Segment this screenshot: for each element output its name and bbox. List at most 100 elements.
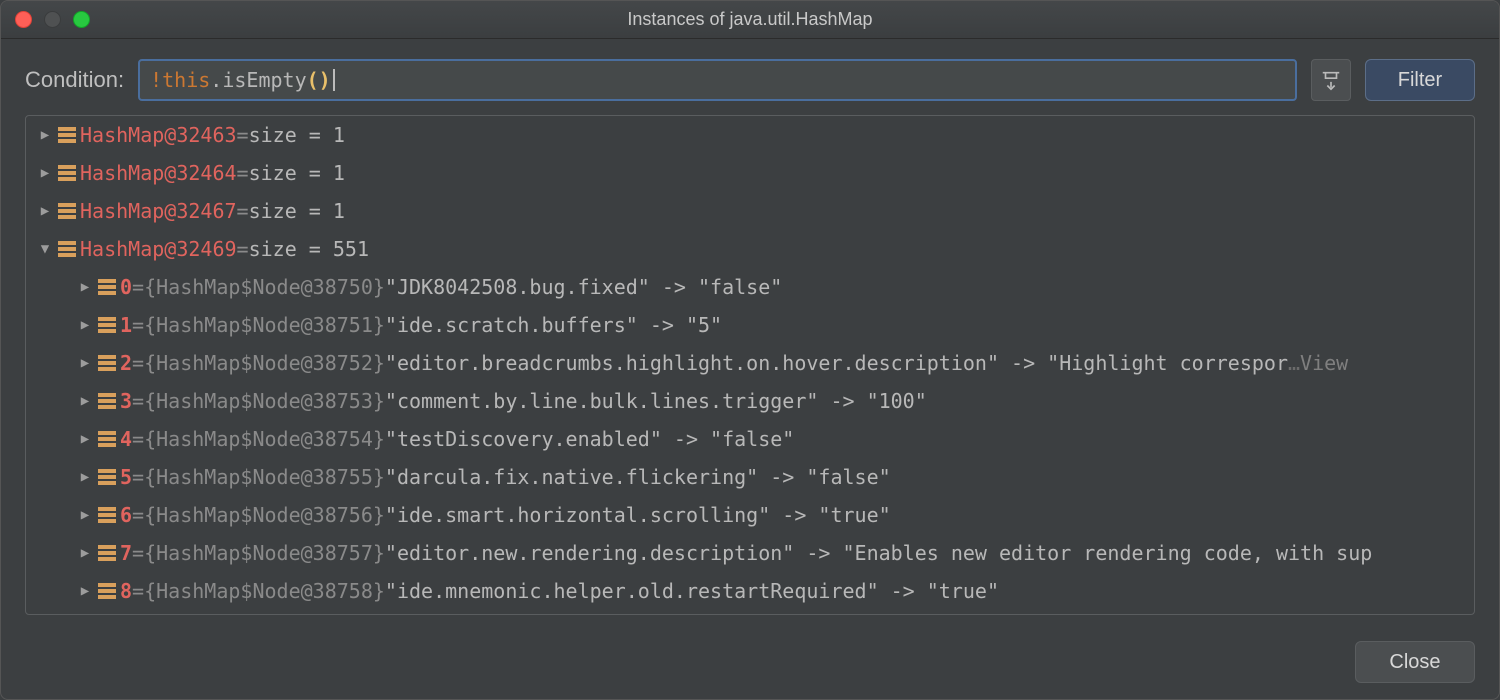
object-size: size = 1 (249, 161, 345, 185)
tree-root-row[interactable]: ▼HashMap@32469 = size = 551 (26, 230, 1474, 268)
tree-child-row[interactable]: ▶ 0 = {HashMap$Node@38750} "JDK8042508.bu… (26, 268, 1474, 306)
disclosure-arrow-icon[interactable]: ▶ (74, 279, 96, 295)
history-dropdown-button[interactable] (1311, 59, 1351, 101)
disclosure-arrow-icon[interactable]: ▶ (34, 127, 56, 143)
disclosure-arrow-icon[interactable]: ▶ (74, 431, 96, 447)
equals: = (132, 503, 144, 527)
equals: = (132, 275, 144, 299)
object-size: size = 1 (249, 199, 345, 223)
entry-type: {HashMap$Node@38757} (144, 541, 385, 565)
equals: = (132, 313, 144, 337)
entry-type: {HashMap$Node@38753} (144, 389, 385, 413)
filter-button-label: Filter (1398, 69, 1442, 92)
object-icon (98, 355, 116, 371)
entry-index: 0 (120, 275, 132, 299)
object-icon (98, 469, 116, 485)
tree-child-row[interactable]: ▶8 = {HashMap$Node@38758} "ide.mnemonic.… (26, 572, 1474, 610)
disclosure-arrow-icon[interactable]: ▶ (34, 165, 56, 181)
disclosure-arrow-icon[interactable]: ▶ (74, 507, 96, 523)
tree-child-row[interactable]: ▶ 6 = {HashMap$Node@38756} "ide.smart.hor… (26, 496, 1474, 534)
window-title: Instances of java.util.HashMap (1, 9, 1499, 30)
condition-toolbar: Condition: ! this .isEmpty ( ) Filter (1, 39, 1499, 115)
entry-index: 2 (120, 351, 132, 375)
tree-child-row[interactable]: ▶2 = {HashMap$Node@38752} "editor.breadc… (26, 344, 1474, 382)
condition-input[interactable]: ! this .isEmpty ( ) (138, 59, 1297, 101)
object-icon (98, 393, 116, 409)
tree-child-row[interactable]: ▶ 7 = {HashMap$Node@38757} "editor.new.re… (26, 534, 1474, 572)
condition-label: Condition: (25, 67, 124, 93)
titlebar[interactable]: Instances of java.util.HashMap (1, 1, 1499, 39)
entry-index: 7 (120, 541, 132, 565)
object-name: HashMap@32467 (80, 199, 237, 223)
ellipsis: … (1288, 351, 1300, 375)
entry-type: {HashMap$Node@38754} (144, 427, 385, 451)
object-icon (98, 279, 116, 295)
equals: = (132, 427, 144, 451)
entry-value: "editor.new.rendering.description" -> "E… (385, 541, 1372, 565)
object-size: size = 1 (249, 123, 345, 147)
filter-button[interactable]: Filter (1365, 59, 1475, 101)
object-icon (98, 545, 116, 561)
equals: = (237, 199, 249, 223)
entry-value: "editor.breadcrumbs.highlight.on.hover.d… (385, 351, 1288, 375)
cond-token-lparen: ( (307, 68, 319, 92)
disclosure-arrow-icon[interactable]: ▶ (74, 583, 96, 599)
equals: = (237, 161, 249, 185)
entry-value: "comment.by.line.bulk.lines.trigger" -> … (385, 389, 927, 413)
equals: = (132, 351, 144, 375)
object-icon (98, 583, 116, 599)
cond-token-call: .isEmpty (210, 68, 306, 92)
object-icon (58, 203, 76, 219)
tree-child-row[interactable]: ▶1 = {HashMap$Node@38751} "ide.scratch.b… (26, 306, 1474, 344)
disclosure-arrow-icon[interactable]: ▶ (74, 545, 96, 561)
object-icon (98, 431, 116, 447)
entry-type: {HashMap$Node@38758} (144, 579, 385, 603)
instances-tree[interactable]: ▶HashMap@32463 = size = 1▶HashMap@32464 … (25, 115, 1475, 615)
close-button-label: Close (1389, 651, 1440, 674)
object-name: HashMap@32463 (80, 123, 237, 147)
entry-type: {HashMap$Node@38756} (144, 503, 385, 527)
object-icon (98, 507, 116, 523)
tree-root-row[interactable]: ▶ HashMap@32463 = size = 1 (26, 116, 1474, 154)
entry-value: "testDiscovery.enabled" -> "false" (385, 427, 794, 451)
object-size: size = 551 (249, 237, 369, 261)
entry-type: {HashMap$Node@38750} (144, 275, 385, 299)
disclosure-arrow-icon[interactable]: ▶ (74, 393, 96, 409)
equals: = (132, 389, 144, 413)
entry-index: 3 (120, 389, 132, 413)
object-name: HashMap@32464 (80, 161, 237, 185)
object-icon (58, 127, 76, 143)
object-icon (58, 241, 76, 257)
equals: = (132, 541, 144, 565)
entry-index: 6 (120, 503, 132, 527)
entry-value: "JDK8042508.bug.fixed" -> "false" (385, 275, 782, 299)
equals: = (132, 465, 144, 489)
tree-child-row[interactable]: ▶ 3 = {HashMap$Node@38753} "comment.by.li… (26, 382, 1474, 420)
history-icon (1320, 69, 1342, 91)
object-icon (58, 165, 76, 181)
entry-value: "ide.mnemonic.helper.old.restartRequired… (385, 579, 999, 603)
view-link[interactable]: View (1300, 351, 1348, 375)
equals: = (237, 123, 249, 147)
disclosure-arrow-icon[interactable]: ▶ (74, 469, 96, 485)
disclosure-arrow-icon[interactable]: ▶ (74, 317, 96, 333)
entry-value: "ide.scratch.buffers" -> "5" (385, 313, 722, 337)
tree-child-row[interactable]: ▶5 = {HashMap$Node@38755} "darcula.fix.n… (26, 458, 1474, 496)
disclosure-arrow-icon[interactable]: ▶ (34, 203, 56, 219)
disclosure-arrow-icon[interactable]: ▶ (74, 355, 96, 371)
tree-root-row[interactable]: ▶ HashMap@32467 = size = 1 (26, 192, 1474, 230)
tree-child-row[interactable]: ▶ 4 = {HashMap$Node@38754} "testDiscovery… (26, 420, 1474, 458)
entry-value: "ide.smart.horizontal.scrolling" -> "tru… (385, 503, 891, 527)
footer: Close (1, 625, 1499, 699)
cond-token-this: this (162, 68, 210, 92)
entry-index: 4 (120, 427, 132, 451)
tree-root-row[interactable]: ▶ HashMap@32464 = size = 1 (26, 154, 1474, 192)
disclosure-arrow-icon[interactable]: ▼ (34, 241, 56, 257)
entry-type: {HashMap$Node@38755} (144, 465, 385, 489)
object-icon (98, 317, 116, 333)
equals: = (237, 237, 249, 261)
close-button[interactable]: Close (1355, 641, 1475, 683)
text-caret (333, 69, 335, 91)
entry-value: "darcula.fix.native.flickering" -> "fals… (385, 465, 891, 489)
cond-token-rparen: ) (319, 68, 331, 92)
